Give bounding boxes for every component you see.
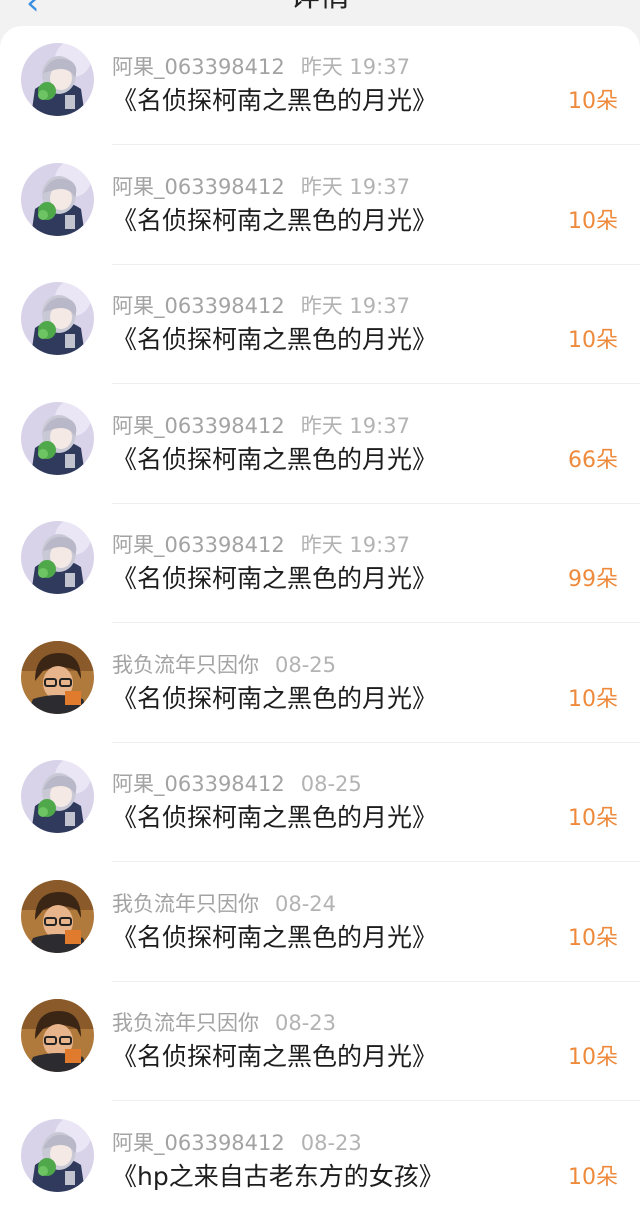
user-meta: 我负流年只因你 08-25 xyxy=(112,652,336,678)
avatar-boy[interactable] xyxy=(21,640,94,714)
list-item[interactable]: 阿果_063398412 昨天 19:37 《名侦探柯南之黑色的月光》 66朵 xyxy=(0,385,640,504)
user-name[interactable]: 阿果_063398412 xyxy=(112,55,285,79)
book-title[interactable]: 《名侦探柯南之黑色的月光》 xyxy=(112,683,437,715)
timestamp: 08-23 xyxy=(275,1011,337,1035)
timestamp: 08-25 xyxy=(300,772,362,796)
user-meta: 阿果_063398412 昨天 19:37 xyxy=(112,532,410,558)
timestamp: 昨天 19:37 xyxy=(300,533,410,557)
user-name[interactable]: 我负流年只因你 xyxy=(112,653,259,677)
user-name[interactable]: 阿果_063398412 xyxy=(112,533,285,557)
book-title[interactable]: 《名侦探柯南之黑色的月光》 xyxy=(112,85,437,117)
record-list: 阿果_063398412 昨天 19:37 《名侦探柯南之黑色的月光》 10朵 阿果_… xyxy=(0,26,640,1226)
gift-amount: 10朵 xyxy=(568,686,618,712)
timestamp: 昨天 19:37 xyxy=(300,55,410,79)
book-title[interactable]: 《hp之来自古老东方的女孩》 xyxy=(112,1161,444,1193)
gift-amount: 10朵 xyxy=(568,89,618,114)
timestamp: 昨天 19:37 xyxy=(300,174,410,199)
gift-amount: 10朵 xyxy=(568,925,618,951)
list-item[interactable]: 我负流年只因你 08-24 《名侦探柯南之黑色的月光》 10朵 xyxy=(0,863,640,982)
user-name[interactable]: 阿果_063398412 xyxy=(112,175,285,199)
user-name[interactable]: 阿果_063398412 xyxy=(112,294,285,318)
avatar-girl[interactable] xyxy=(21,401,94,475)
user-meta: 我负流年只因你 08-24 xyxy=(112,891,336,917)
list-item[interactable]: 阿果_063398412 08-25 《名侦探柯南之黑色的月光》 10朵 xyxy=(0,743,640,862)
gift-amount: 10朵 xyxy=(568,1164,618,1190)
page-title: 详情 xyxy=(0,0,640,14)
user-meta: 阿果_063398412 08-25 xyxy=(112,771,362,797)
gift-amount: 10朵 xyxy=(568,208,618,234)
avatar-girl[interactable] xyxy=(21,162,94,236)
avatar-girl[interactable] xyxy=(21,760,94,833)
avatar-girl[interactable] xyxy=(21,1118,94,1192)
user-meta: 阿果_063398412 08-23 xyxy=(112,1130,362,1156)
user-name[interactable]: 阿果_063398412 xyxy=(112,1131,285,1155)
user-meta: 阿果_063398412 昨天 19:37 xyxy=(112,413,410,439)
book-title[interactable]: 《名侦探柯南之黑色的月光》 xyxy=(112,324,437,356)
book-title[interactable]: 《名侦探柯南之黑色的月光》 xyxy=(112,444,437,476)
gift-amount: 10朵 xyxy=(568,1045,618,1070)
timestamp: 08-23 xyxy=(300,1130,362,1155)
timestamp: 08-25 xyxy=(275,652,337,677)
user-meta: 我负流年只因你 08-23 xyxy=(112,1010,336,1036)
user-meta: 阿果_063398412 昨天 19:37 xyxy=(112,293,410,319)
list-item[interactable]: 我负流年只因你 08-23 《名侦探柯南之黑色的月光》 10朵 xyxy=(0,982,640,1101)
book-title[interactable]: 《名侦探柯南之黑色的月光》 xyxy=(112,802,437,834)
list-item[interactable]: 阿果_063398412 昨天 19:37 《名侦探柯南之黑色的月光》 99朵 xyxy=(0,504,640,623)
book-title[interactable]: 《名侦探柯南之黑色的月光》 xyxy=(112,563,437,595)
nav-bar: ‹ 详情 xyxy=(0,0,640,26)
user-meta: 阿果_063398412 昨天 19:37 xyxy=(112,174,410,200)
book-title[interactable]: 《名侦探柯南之黑色的月光》 xyxy=(112,205,437,237)
timestamp: 昨天 19:37 xyxy=(300,413,410,438)
avatar-boy[interactable] xyxy=(21,879,94,953)
gift-amount: 10朵 xyxy=(568,806,618,831)
avatar-boy[interactable] xyxy=(21,999,94,1072)
user-name[interactable]: 阿果_063398412 xyxy=(112,414,285,438)
user-name[interactable]: 我负流年只因你 xyxy=(112,1011,259,1035)
user-name[interactable]: 我负流年只因你 xyxy=(112,892,259,916)
timestamp: 昨天 19:37 xyxy=(300,294,410,318)
list-item[interactable]: 阿果_063398412 昨天 19:37 《名侦探柯南之黑色的月光》 10朵 xyxy=(0,26,640,145)
book-title[interactable]: 《名侦探柯南之黑色的月光》 xyxy=(112,922,437,954)
avatar-girl[interactable] xyxy=(21,282,94,355)
gift-amount: 99朵 xyxy=(568,567,618,592)
gift-amount: 10朵 xyxy=(568,328,618,353)
timestamp: 08-24 xyxy=(275,891,337,916)
avatar-girl[interactable] xyxy=(21,521,94,594)
avatar-girl[interactable] xyxy=(21,43,94,116)
gift-amount: 66朵 xyxy=(568,447,618,473)
list-item[interactable]: 我负流年只因你 08-25 《名侦探柯南之黑色的月光》 10朵 xyxy=(0,624,640,743)
list-item[interactable]: 阿果_063398412 昨天 19:37 《名侦探柯南之黑色的月光》 10朵 xyxy=(0,265,640,384)
user-name[interactable]: 阿果_063398412 xyxy=(112,772,285,796)
book-title[interactable]: 《名侦探柯南之黑色的月光》 xyxy=(112,1041,437,1073)
user-meta: 阿果_063398412 昨天 19:37 xyxy=(112,54,410,80)
list-item[interactable]: 阿果_063398412 昨天 19:37 《名侦探柯南之黑色的月光》 10朵 xyxy=(0,146,640,265)
